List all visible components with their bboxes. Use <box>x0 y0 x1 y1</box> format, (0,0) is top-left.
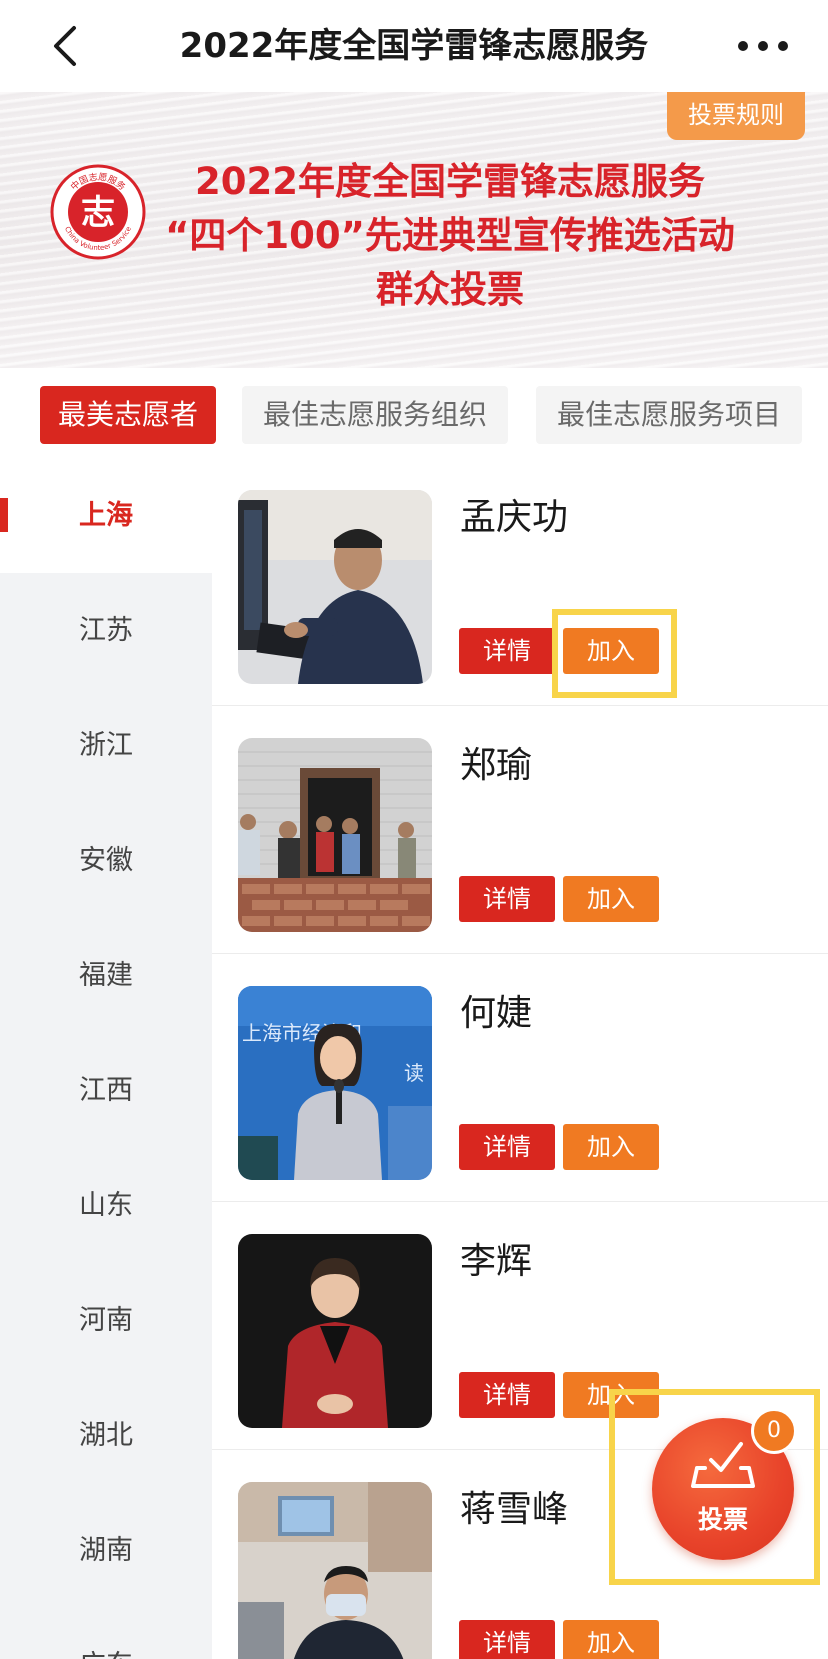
sidebar-item-zhejiang[interactable]: 浙江 <box>0 688 212 803</box>
tab-best-organization[interactable]: 最佳志愿服务组织 <box>242 386 508 444</box>
sidebar-item-guangdong[interactable]: 广东 <box>0 1608 212 1659</box>
volunteer-photo[interactable] <box>238 738 432 932</box>
sidebar-item-label: 广东 <box>79 1650 133 1659</box>
detail-button[interactable]: 详情 <box>459 1620 555 1659</box>
banner-headline-1: 2022年度全国学雷锋志愿服务 <box>195 160 705 203</box>
volunteer-name: 蒋雪峰 <box>460 1489 569 1530</box>
volunteer-photo[interactable] <box>238 1482 432 1659</box>
sidebar-item-label: 安徽 <box>79 845 133 876</box>
china-volunteer-logo: 中国志愿服务 China Volunteer Service 志 <box>50 164 146 260</box>
sidebar-item-label: 江苏 <box>79 615 133 646</box>
join-button[interactable]: 加入 <box>563 1124 659 1170</box>
join-button[interactable]: 加入 <box>563 1620 659 1659</box>
list-item: 郑瑜 详情 加入 <box>212 706 828 954</box>
volunteer-name: 何婕 <box>460 993 533 1034</box>
chevron-left-icon[interactable] <box>44 24 88 68</box>
sidebar-item-hubei[interactable]: 湖北 <box>0 1378 212 1493</box>
vote-button-label: 投票 <box>697 1505 748 1534</box>
volunteer-photo[interactable] <box>238 490 432 684</box>
sidebar-item-hunan[interactable]: 湖南 <box>0 1493 212 1608</box>
sidebar-item-label: 湖北 <box>79 1420 133 1451</box>
top-nav-bar: 2022年度全国学雷锋志愿服务 <box>0 0 828 92</box>
join-button[interactable]: 加入 <box>563 876 659 922</box>
sidebar-item-label: 福建 <box>79 960 133 991</box>
page-title: 2022年度全国学雷锋志愿服务 <box>179 26 649 66</box>
volunteer-name: 孟庆功 <box>460 497 569 538</box>
backdrop-text-2: 读 <box>404 1061 424 1085</box>
active-indicator <box>0 498 8 532</box>
sidebar-item-label: 河南 <box>79 1305 133 1336</box>
detail-button[interactable]: 详情 <box>459 628 555 674</box>
sidebar-item-anhui[interactable]: 安徽 <box>0 803 212 918</box>
sidebar-item-label: 浙江 <box>79 730 133 761</box>
detail-button[interactable]: 详情 <box>459 876 555 922</box>
sidebar-item-jiangsu[interactable]: 江苏 <box>0 573 212 688</box>
detail-button[interactable]: 详情 <box>459 1372 555 1418</box>
logo-center-char: 志 <box>81 193 115 233</box>
sidebar-item-label: 湖南 <box>79 1535 133 1566</box>
list-item: 上海市经济和 读 何婕 详情 加入 <box>212 954 828 1202</box>
vote-count-badge: 0 <box>751 1408 797 1454</box>
volunteer-photo[interactable]: 上海市经济和 读 <box>238 986 432 1180</box>
sidebar-item-shanghai[interactable]: 上海 <box>0 458 212 573</box>
join-button[interactable]: 加入 <box>563 628 659 674</box>
category-tabs: 最美志愿者 最佳志愿服务组织 最佳志愿服务项目 <box>0 368 828 458</box>
sidebar-item-henan[interactable]: 河南 <box>0 1263 212 1378</box>
volunteer-name: 郑瑜 <box>460 745 533 786</box>
tab-best-project[interactable]: 最佳志愿服务项目 <box>536 386 802 444</box>
sidebar-item-fujian[interactable]: 福建 <box>0 918 212 1033</box>
list-item: 孟庆功 详情 加入 <box>212 458 828 706</box>
sidebar-item-label: 山东 <box>79 1190 133 1221</box>
campaign-banner: 投票规则 中国志愿服务 China Volunteer Service 志 20… <box>0 92 828 368</box>
banner-headline-2: “四个100”先进典型宣传推选活动 <box>165 214 735 257</box>
more-dots-icon[interactable] <box>735 26 791 66</box>
sidebar-item-jiangxi[interactable]: 江西 <box>0 1033 212 1148</box>
sidebar-item-shandong[interactable]: 山东 <box>0 1148 212 1263</box>
vote-rules-button[interactable]: 投票规则 <box>667 92 805 140</box>
banner-headline-3: 群众投票 <box>376 268 524 311</box>
tab-best-volunteer[interactable]: 最美志愿者 <box>40 386 216 444</box>
detail-button[interactable]: 详情 <box>459 1124 555 1170</box>
province-sidebar: 上海 江苏 浙江 安徽 福建 江西 山东 河南 湖北 湖南 广东 <box>0 458 212 1659</box>
join-button[interactable]: 加入 <box>563 1372 659 1418</box>
sidebar-item-label: 江西 <box>79 1075 133 1106</box>
sidebar-item-label: 上海 <box>79 500 133 531</box>
list-item: 李辉 详情 加入 <box>212 1202 828 1450</box>
volunteer-photo[interactable] <box>238 1234 432 1428</box>
ballot-box-icon <box>691 1438 755 1500</box>
volunteer-name: 李辉 <box>460 1241 533 1282</box>
